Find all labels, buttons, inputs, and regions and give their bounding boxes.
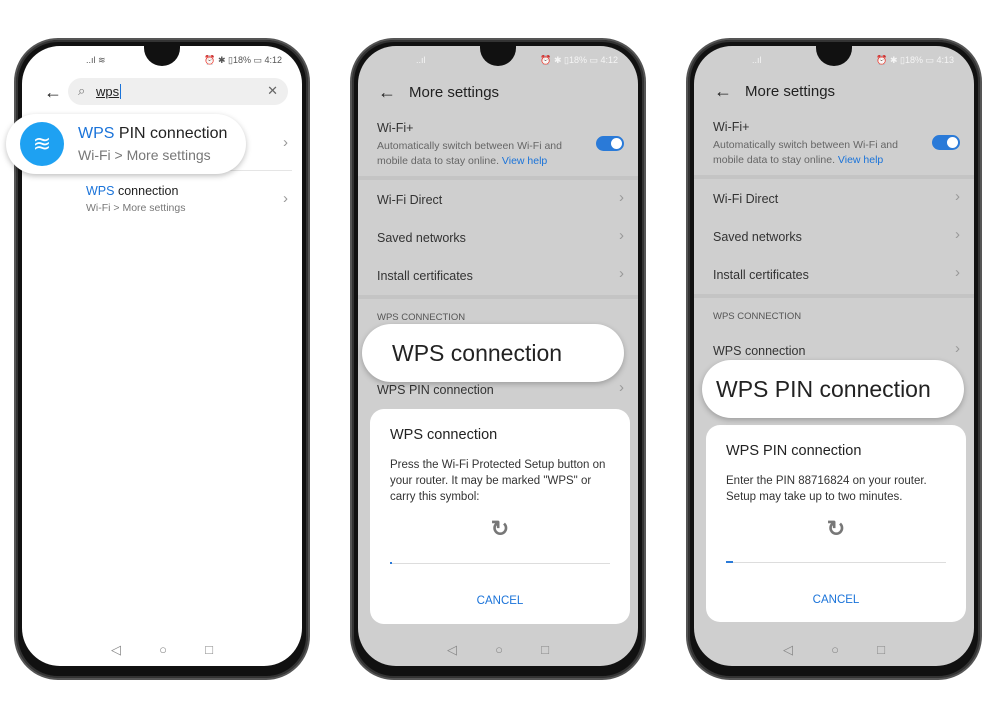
wps-symbol-icon: ↻ [826,516,846,541]
section-header: WPS CONNECTION [377,312,466,323]
nav-recent-icon[interactable]: □ [541,642,549,658]
wifi-plus-toggle[interactable] [596,136,624,151]
back-arrow-icon[interactable]: ← [714,81,732,102]
section-header: WPS CONNECTION [713,311,802,322]
chevron-right-icon: › [955,264,960,281]
search-icon: ⌕ [78,83,86,98]
highlight: WPS [86,184,115,198]
cancel-button[interactable]: CANCEL [706,594,966,606]
dialog-body: Enter the PIN 88716824 on your router. S… [726,475,927,503]
row-saved-networks[interactable]: Saved networks [713,230,802,244]
search-input[interactable]: ⌕ wps ✕ [68,78,288,105]
nav-back-icon[interactable]: ◁ [783,642,793,658]
chevron-right-icon: › [619,265,624,282]
status-signal: ..ıl ≋ [86,55,106,65]
divider [694,175,974,179]
chevron-right-icon: › [619,379,624,396]
phone-wps-connection: ..ıl ⏰ ✱ ▯18% ▭ 4:12 ← More settings Wi-… [350,38,646,680]
dialog-title: WPS connection [390,427,498,443]
nav-recent-icon[interactable]: □ [205,642,213,658]
wps-connection-callout[interactable]: WPS connection [362,324,624,382]
result-path: Wi-Fi > More settings [86,202,186,214]
highlight: WPS [78,125,115,142]
camera-notch [480,46,516,66]
nav-bar: ◁ ○ □ [358,642,638,658]
wps-pin-connection-callout[interactable]: WPS PIN connection [702,360,964,418]
result-title: PIN connection [114,125,228,142]
wifi-icon: ≋ [20,122,64,166]
status-signal: ..ıl [752,55,762,65]
clear-icon[interactable]: ✕ [267,83,278,99]
divider [358,176,638,180]
row-wifi-direct[interactable]: Wi-Fi Direct [713,192,778,206]
wps-dialog: WPS connection Press the Wi-Fi Protected… [370,409,630,624]
row-install-certificates[interactable]: Install certificates [377,269,473,283]
chevron-right-icon: › [619,227,624,244]
camera-notch [144,46,180,66]
status-right: ⏰ ✱ ▯18% ▭ 4:12 [204,55,282,65]
nav-bar: ◁ ○ □ [694,642,974,658]
result-title: connection [114,184,179,198]
result-wps-pin-connection-callout[interactable]: ≋ WPS PIN connection Wi-Fi > More settin… [6,114,246,174]
nav-recent-icon[interactable]: □ [877,642,885,658]
back-arrow-icon[interactable]: ← [44,82,62,103]
result-wps-connection[interactable]: WPS connection Wi-Fi > More settings [86,184,185,214]
view-help-link[interactable]: View help [838,154,883,166]
row-saved-networks[interactable]: Saved networks [377,231,466,245]
cancel-button[interactable]: CANCEL [370,595,630,607]
wifi-plus-label: Wi-Fi+ [713,120,750,134]
nav-home-icon[interactable]: ○ [831,642,839,658]
row-wifi-direct[interactable]: Wi-Fi Direct [377,193,442,207]
phone-wps-pin-connection: ..ıl ⏰ ✱ ▯18% ▭ 4:13 ← More settings Wi-… [686,38,982,680]
status-right: ⏰ ✱ ▯18% ▭ 4:13 [876,55,954,65]
chevron-right-icon: › [283,134,288,151]
dialog-body: Press the Wi-Fi Protected Setup button o… [390,459,606,503]
progress-bar [390,562,610,564]
result-path: Wi-Fi > More settings [78,147,211,163]
nav-back-icon[interactable]: ◁ [447,642,457,658]
status-right: ⏰ ✱ ▯18% ▭ 4:12 [540,55,618,65]
chevron-right-icon: › [283,190,288,207]
divider [694,294,974,298]
screen: ..ıl ⏰ ✱ ▯18% ▭ 4:13 ← More settings Wi-… [694,46,974,666]
progress-bar [726,561,946,563]
view-help-link[interactable]: View help [502,155,547,167]
row-wps-pin-connection[interactable]: WPS PIN connection [377,383,494,397]
row-install-certificates[interactable]: Install certificates [713,268,809,282]
wifi-plus-description: Automatically switch between Wi-Fi and m… [377,139,587,169]
phone-search: ..ıl ≋ ⏰ ✱ ▯18% ▭ 4:12 ← ⌕ wps ✕ › WPS c… [6,38,310,680]
chevron-right-icon: › [955,188,960,205]
wifi-plus-label: Wi-Fi+ [377,121,414,135]
chevron-right-icon: › [955,226,960,243]
status-signal: ..ıl [416,55,426,65]
nav-back-icon[interactable]: ◁ [111,642,121,658]
camera-notch [816,46,852,66]
row-wps-connection[interactable]: WPS connection [713,344,805,358]
nav-home-icon[interactable]: ○ [495,642,503,658]
dialog-title: WPS PIN connection [726,443,862,459]
page-title: More settings [409,84,500,101]
search-value: wps [96,84,122,99]
nav-bar: ◁ ○ □ [22,642,302,658]
chevron-right-icon: › [955,340,960,357]
back-arrow-icon[interactable]: ← [378,82,396,103]
chevron-right-icon: › [619,189,624,206]
page-title: More settings [745,83,836,100]
nav-home-icon[interactable]: ○ [159,642,167,658]
wps-symbol-icon: ↻ [490,516,510,541]
wifi-plus-description: Automatically switch between Wi-Fi and m… [713,138,923,168]
divider [358,295,638,299]
wps-pin-dialog: WPS PIN connection Enter the PIN 8871682… [706,425,966,622]
wifi-plus-toggle[interactable] [932,135,960,150]
